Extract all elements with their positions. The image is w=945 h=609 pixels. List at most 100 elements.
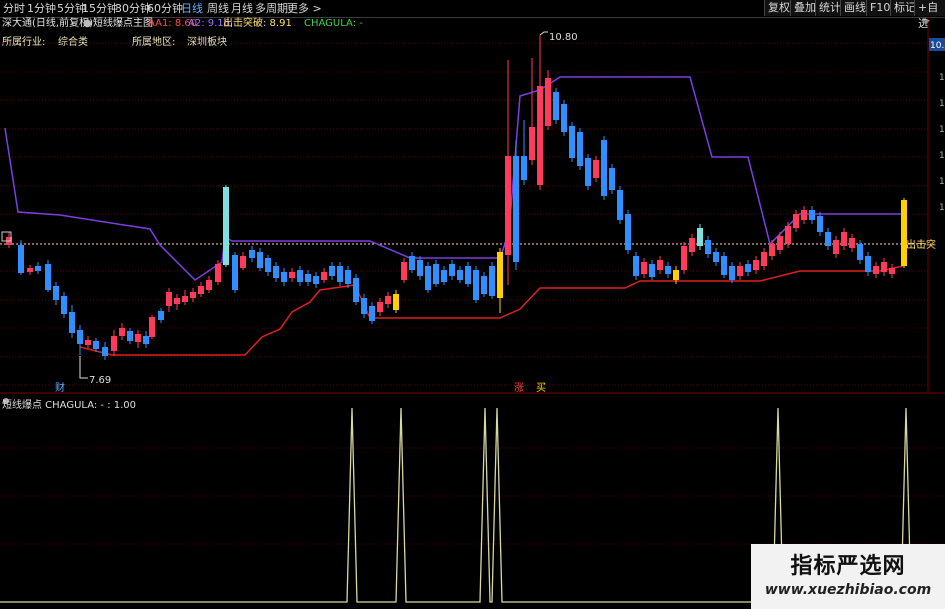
candle-body-50[interactable] <box>417 260 423 276</box>
candle-body-27[interactable] <box>232 255 238 290</box>
candle-body-100[interactable] <box>817 216 823 232</box>
candle-body-60[interactable] <box>497 252 503 298</box>
candle-body-84[interactable] <box>689 238 695 252</box>
candle-body-76[interactable] <box>625 214 631 250</box>
sub-indicator-text[interactable]: 短线爆点 CHAGULA: - : 1.00 <box>2 400 136 411</box>
candle-body-17[interactable] <box>149 317 155 337</box>
candle-body-49[interactable] <box>409 256 415 270</box>
candle-body-73[interactable] <box>601 140 607 196</box>
candle-body-14[interactable] <box>127 331 133 341</box>
candle-body-81[interactable] <box>665 266 671 274</box>
candle-body-98[interactable] <box>801 210 807 220</box>
candle-body-5[interactable] <box>53 286 59 300</box>
candle-body-90[interactable] <box>737 266 743 276</box>
candle-body-78[interactable] <box>641 262 647 274</box>
collapse-icon[interactable] <box>922 20 930 25</box>
candle-body-38[interactable] <box>321 272 327 280</box>
candle-body-104[interactable] <box>849 238 855 248</box>
candle-body-55[interactable] <box>457 270 463 280</box>
candle-body-108[interactable] <box>881 262 887 272</box>
candle-body-93[interactable] <box>761 252 767 266</box>
candle-body-65[interactable] <box>537 86 543 185</box>
candle-body-74[interactable] <box>609 168 615 190</box>
candle-body-102[interactable] <box>833 240 839 254</box>
candle-body-83[interactable] <box>681 246 687 270</box>
candle-body-2[interactable] <box>27 268 33 272</box>
candle-body-43[interactable] <box>361 298 367 314</box>
candle-body-26[interactable] <box>223 187 229 265</box>
candle-body-48[interactable] <box>401 262 407 280</box>
candle-body-69[interactable] <box>569 126 575 158</box>
candle-body-56[interactable] <box>465 266 471 284</box>
candle-body-95[interactable] <box>777 236 783 250</box>
candle-body-68[interactable] <box>561 104 567 132</box>
candle-body-86[interactable] <box>705 240 711 254</box>
candle-body-53[interactable] <box>441 270 447 282</box>
candle-body-109[interactable] <box>889 268 895 274</box>
candle-body-64[interactable] <box>529 127 535 160</box>
candle-body-96[interactable] <box>785 226 791 244</box>
candle-body-20[interactable] <box>174 298 180 304</box>
candle-body-6[interactable] <box>61 296 67 314</box>
candle-body-28[interactable] <box>240 256 246 268</box>
candle-body-92[interactable] <box>753 260 759 270</box>
candle-body-80[interactable] <box>657 260 663 270</box>
candle-body-57[interactable] <box>473 270 479 300</box>
candle-body-37[interactable] <box>313 276 319 284</box>
candle-body-7[interactable] <box>69 312 75 333</box>
candle-body-85[interactable] <box>697 228 703 246</box>
candle-body-72[interactable] <box>593 160 599 178</box>
candle-body-94[interactable] <box>769 244 775 256</box>
candle-body-70[interactable] <box>577 132 583 166</box>
candle-body-36[interactable] <box>305 274 311 282</box>
candle-body-45[interactable] <box>377 302 383 312</box>
candle-body-59[interactable] <box>489 266 495 296</box>
candle-body-21[interactable] <box>182 296 188 302</box>
candle-body-42[interactable] <box>353 278 359 302</box>
candle-body-3[interactable] <box>35 266 41 271</box>
candle-body-101[interactable] <box>825 232 831 246</box>
candle-body-33[interactable] <box>281 272 287 282</box>
candle-body-15[interactable] <box>135 334 141 342</box>
candle-body-30[interactable] <box>257 252 263 268</box>
candle-body-11[interactable] <box>102 347 108 356</box>
candle-body-106[interactable] <box>865 256 871 272</box>
candle-body-61[interactable] <box>505 156 511 255</box>
candle-body-39[interactable] <box>329 266 335 276</box>
candle-body-46[interactable] <box>385 296 391 304</box>
candle-body-66[interactable] <box>545 78 551 126</box>
candle-body-87[interactable] <box>713 252 719 262</box>
candle-body-31[interactable] <box>265 258 271 272</box>
kline-chart[interactable]: 10.80 7.69 财 涨买 出击突 10.6 1 1 1 1 1 1 <box>0 0 945 609</box>
candle-body-52[interactable] <box>433 264 439 284</box>
candle-body-103[interactable] <box>841 232 847 246</box>
candle-body-23[interactable] <box>198 286 204 294</box>
candle-body-67[interactable] <box>553 92 559 120</box>
candle-body-105[interactable] <box>857 244 863 260</box>
candle-body-4[interactable] <box>45 264 51 290</box>
candle-body-107[interactable] <box>873 266 879 274</box>
candle-body-88[interactable] <box>721 256 727 275</box>
candle-body-51[interactable] <box>425 266 431 290</box>
candle-body-71[interactable] <box>585 158 591 186</box>
candle-body-63[interactable] <box>521 156 527 180</box>
candle-body-54[interactable] <box>449 264 455 276</box>
candle-body-91[interactable] <box>745 264 751 272</box>
candle-body-79[interactable] <box>649 264 655 277</box>
candle-body-41[interactable] <box>345 270 351 284</box>
candle-body-13[interactable] <box>119 328 125 336</box>
candle-body-77[interactable] <box>633 256 639 276</box>
candle-body-34[interactable] <box>289 272 295 278</box>
candle-body-62[interactable] <box>513 156 519 262</box>
candle-body-29[interactable] <box>249 250 255 258</box>
candle-body-12[interactable] <box>111 336 117 351</box>
candle-body-22[interactable] <box>190 292 196 298</box>
candle-body-75[interactable] <box>617 190 623 220</box>
candle-body-18[interactable] <box>158 311 164 320</box>
candle-body-10[interactable] <box>93 341 99 349</box>
candle-body-24[interactable] <box>206 280 212 290</box>
candle-body-58[interactable] <box>481 276 487 294</box>
candle-body-32[interactable] <box>273 266 279 278</box>
candle-body-99[interactable] <box>809 210 815 220</box>
candle-body-40[interactable] <box>337 266 343 282</box>
